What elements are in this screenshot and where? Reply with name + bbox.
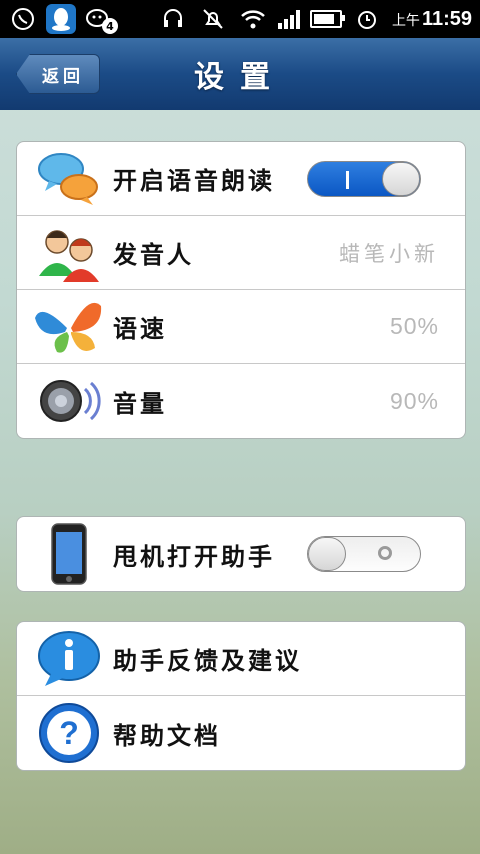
- qq-icon: [46, 4, 76, 34]
- voice-read-row[interactable]: 开启语音朗读: [17, 142, 465, 216]
- battery-icon: [309, 10, 345, 28]
- info-icon: [35, 627, 103, 691]
- page-title: 设置: [194, 60, 286, 95]
- voice-speaker-row[interactable]: 发音人 蜡笔小新: [17, 216, 465, 290]
- svg-text:?: ?: [59, 715, 79, 751]
- speech-rate-value: 50%: [389, 313, 439, 339]
- volume-value: 90%: [389, 387, 439, 414]
- notification-count-badge: 4: [102, 18, 118, 34]
- headset-icon: [158, 4, 188, 34]
- wifi-icon: [238, 4, 268, 34]
- status-time: 11:59: [421, 7, 472, 30]
- help-group: 助手反馈及建议 ? 帮助文档: [16, 621, 466, 771]
- volume-label: 音量: [113, 388, 167, 418]
- voice-read-toggle[interactable]: [307, 160, 421, 197]
- shake-open-row[interactable]: 甩机打开助手: [17, 517, 465, 591]
- mute-icon: [198, 4, 228, 34]
- voice-speaker-value: 蜡笔小新: [339, 241, 439, 266]
- nav-bar: 返回 设置: [0, 38, 480, 110]
- voice-read-label: 开启语音朗读: [113, 166, 275, 195]
- status-ampm: 上午: [391, 12, 420, 29]
- shake-settings-group: 甩机打开助手: [16, 516, 466, 592]
- back-button[interactable]: 返回: [16, 54, 100, 94]
- feedback-label: 助手反馈及建议: [113, 646, 302, 675]
- speaker-icon: [35, 369, 103, 433]
- butterfly-icon: [35, 295, 103, 359]
- help-docs-row[interactable]: ? 帮助文档: [17, 696, 465, 770]
- whatsapp-icon: [8, 4, 38, 34]
- voice-settings-group: 开启语音朗读 发音人 蜡笔小新 语速 50% 音量 90%: [16, 141, 466, 439]
- help-icon: ?: [35, 701, 103, 765]
- signal-icon: [277, 9, 300, 29]
- chat-bubbles-icon: [35, 147, 103, 211]
- users-icon: [35, 221, 103, 285]
- wechat-icon: 4: [84, 4, 118, 34]
- speech-rate-label: 语速: [113, 314, 167, 343]
- volume-row[interactable]: 音量 90%: [17, 364, 465, 438]
- alarm-icon: [352, 4, 382, 34]
- phone-icon: [35, 522, 103, 586]
- help-docs-label: 帮助文档: [113, 720, 221, 750]
- status-bar: 4 上午 11:59: [0, 0, 480, 38]
- voice-speaker-label: 发音人: [113, 240, 194, 269]
- speech-rate-row[interactable]: 语速 50%: [17, 290, 465, 364]
- shake-open-toggle[interactable]: [307, 536, 421, 572]
- feedback-row[interactable]: 助手反馈及建议: [17, 622, 465, 696]
- shake-open-label: 甩机打开助手: [113, 541, 275, 571]
